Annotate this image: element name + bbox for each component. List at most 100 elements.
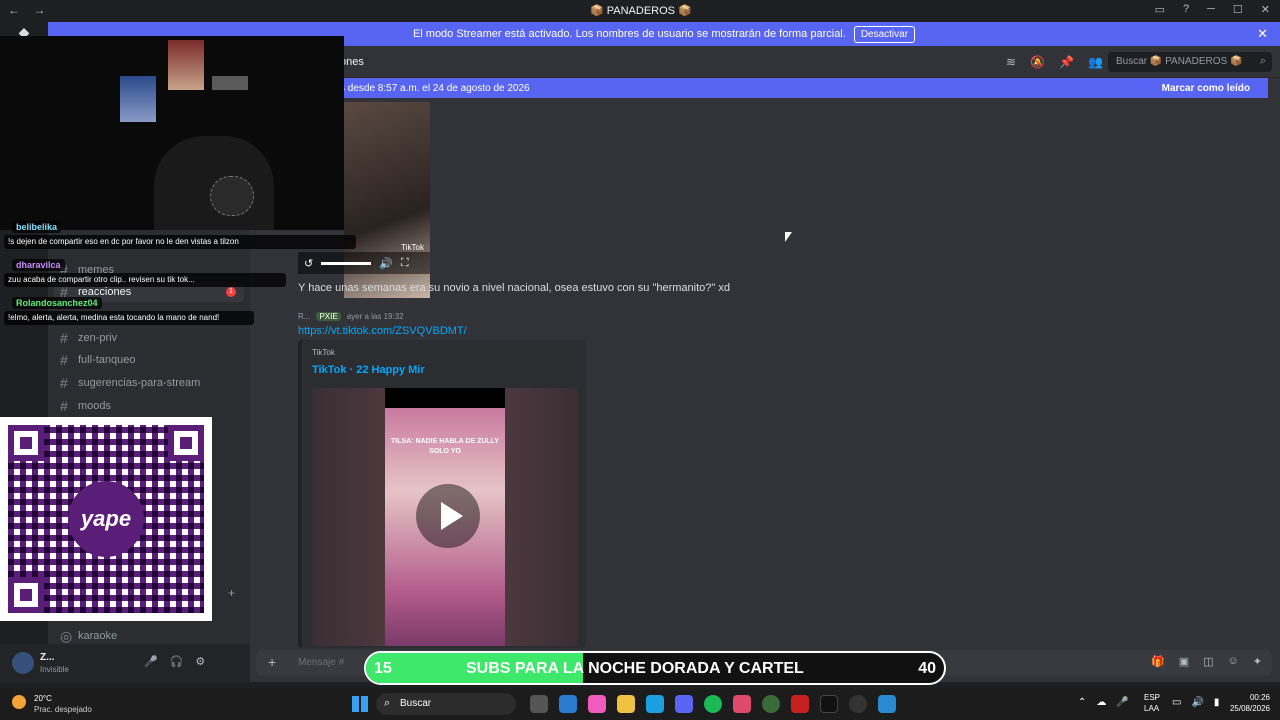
settings-gear-icon[interactable]: ⚙	[195, 655, 205, 668]
back-button[interactable]: ←	[8, 3, 20, 17]
taskbar-apps	[530, 695, 896, 713]
threads-icon[interactable]: ≋	[1006, 55, 1016, 69]
server-tag: PXIE	[316, 312, 341, 321]
volume-icon[interactable]: 🔊	[379, 257, 393, 270]
yape-logo: yape	[68, 481, 144, 557]
battery-icon[interactable]: ▮	[1214, 697, 1220, 708]
user-controls: 🎤 🎧 ⚙	[144, 655, 205, 668]
embed-title[interactable]: TikTok · 22 Happy Mir	[312, 364, 425, 376]
app-red-icon[interactable]	[791, 695, 809, 713]
attach-plus-icon[interactable]: +	[268, 654, 276, 670]
chat-user: belibelika	[12, 221, 62, 233]
sidebar-item-full-tanqueo[interactable]: # full-tanqueo	[60, 350, 136, 370]
banner-text: El modo Streamer está activado. Los nomb…	[412, 28, 846, 40]
taskbar-search-label: Buscar	[400, 698, 432, 709]
sidebar-item-zen-priv[interactable]: # zen-priv	[60, 328, 117, 348]
maximize-button[interactable]: ☐	[1233, 3, 1243, 16]
apps-icon[interactable]: ✦	[1253, 655, 1262, 668]
taskbar-search[interactable]: ⌕ Buscar	[376, 693, 516, 715]
gif-icon[interactable]: ▣	[1179, 655, 1189, 668]
language-code: ESP	[1144, 693, 1161, 702]
sidebar-item-karaoke[interactable]: ◎ karaoke	[60, 626, 117, 646]
microphone-icon[interactable]: 🎤	[144, 655, 158, 668]
window-title: 📦 PANADEROS 📦	[590, 5, 692, 17]
chat-message: !elmo, alerta, alerta, medina esta tocan…	[4, 311, 254, 325]
new-messages-text: s desde 8:57 a.m. el 24 de agosto de 202…	[340, 83, 530, 94]
chat-message: zuu acaba de compartir otro clip.. revis…	[4, 273, 286, 287]
spotify-icon[interactable]	[704, 695, 722, 713]
message-author[interactable]: R...	[298, 312, 310, 321]
hash-icon: #	[60, 375, 68, 391]
sticker-icon[interactable]: ◫	[1203, 655, 1213, 668]
search-icon: ⌕	[384, 697, 391, 709]
poster-blue	[120, 76, 156, 122]
add-channel-icon[interactable]: +	[228, 586, 235, 600]
forward-button[interactable]: →	[33, 3, 45, 17]
edge-icon[interactable]	[646, 695, 664, 713]
tiktok-watermark: TikTok	[401, 243, 424, 252]
qr-finder-bottom-left	[8, 577, 44, 613]
tiktok-icon[interactable]	[820, 695, 838, 713]
subs-label: SUBS PARA LA NOCHE DORADA Y CARTEL	[466, 660, 804, 677]
fullscreen-icon[interactable]: ⛶	[401, 257, 409, 270]
chat-area: ones ≋ 🔕 📌 👥 Buscar 📦 PANADEROS 📦 ⌕ s de…	[250, 46, 1280, 682]
tiktok-link[interactable]: https://vt.tiktok.com/ZSVQVBDMT/	[298, 325, 467, 337]
inbox-icon[interactable]: ▭	[1155, 3, 1165, 16]
taskbar-clock[interactable]: 00:26 25/08/2026	[1226, 692, 1270, 714]
mark-read-button[interactable]: Marcar como leído	[1162, 83, 1250, 94]
avatar[interactable]	[12, 652, 34, 674]
new-messages-bar[interactable]: s desde 8:57 a.m. el 24 de agosto de 202…	[280, 78, 1268, 98]
language-indicator[interactable]: ESP LAA	[1144, 692, 1160, 714]
chat-message: !s dejen de compartir eso en dc por favo…	[4, 235, 356, 249]
chevron-up-icon[interactable]: ⌃	[1078, 697, 1086, 708]
copilot-icon[interactable]	[588, 695, 606, 713]
chat-user: Rolandosanchez04	[12, 297, 102, 309]
discord-icon[interactable]	[675, 695, 693, 713]
emoji-icon[interactable]: ☺	[1228, 655, 1239, 668]
search-placeholder: Buscar 📦 PANADEROS 📦	[1116, 56, 1243, 67]
mute-icon[interactable]: 🔕	[1030, 55, 1045, 69]
banner-close-icon[interactable]: ✕	[1257, 26, 1268, 42]
app-blue-icon[interactable]	[878, 695, 896, 713]
weather-sun-icon	[12, 695, 26, 709]
replay-icon[interactable]: ↺	[304, 257, 313, 270]
help-icon[interactable]: ?	[1183, 3, 1189, 16]
close-button[interactable]: ✕	[1261, 3, 1270, 16]
subs-target: 40	[918, 660, 936, 677]
disable-streamer-button[interactable]: Desactivar	[853, 25, 916, 43]
windows-start-icon[interactable]	[352, 696, 368, 712]
search-input[interactable]: Buscar 📦 PANADEROS 📦 ⌕	[1108, 52, 1272, 72]
sidebar-item-sugerencias[interactable]: # sugerencias-para-stream	[60, 373, 200, 393]
embed-provider: TikTok	[312, 348, 335, 357]
volume-slider[interactable]	[321, 261, 372, 265]
file-explorer-icon[interactable]	[617, 695, 635, 713]
cloud-icon[interactable]: ☁	[1096, 697, 1106, 708]
weather-temp: 20°C	[34, 694, 52, 703]
members-icon[interactable]: 👥	[1088, 55, 1103, 69]
monitor-icon[interactable]: ▭	[1172, 697, 1181, 708]
history-nav: ← →	[8, 3, 45, 17]
subs-goal-bar: 15 SUBS PARA LA NOCHE DORADA Y CARTEL 40	[364, 651, 946, 685]
app-icon[interactable]	[733, 695, 751, 713]
embed-video[interactable]: TILSA: NADIE HABLA DE ZULLY SOLO YO	[312, 388, 578, 646]
sidebar-item-moods[interactable]: # moods	[60, 396, 111, 416]
minimize-button[interactable]: ─	[1207, 3, 1215, 16]
pin-icon[interactable]: 📌	[1059, 55, 1074, 69]
headphones-icon[interactable]: 🎧	[170, 655, 184, 668]
sidebar-item-label: sugerencias-para-stream	[78, 377, 201, 389]
skull-mask	[210, 176, 254, 216]
task-view-icon[interactable]	[530, 695, 548, 713]
yape-qr-code: yape	[0, 417, 212, 621]
voice-channel-icon: ◎	[60, 627, 73, 644]
volume-icon[interactable]: 🔊	[1191, 697, 1203, 708]
play-icon[interactable]	[416, 484, 480, 548]
obs-icon[interactable]	[849, 695, 867, 713]
clock-time: 00:26	[1249, 693, 1270, 702]
gift-icon[interactable]: 🎁	[1151, 655, 1165, 668]
microphone-icon[interactable]: 🎤	[1116, 697, 1128, 708]
windows-taskbar: 20°C Prac. despejado ⌕ Buscar ⌃ ☁ 🎤 ESP …	[0, 688, 1280, 720]
unread-badge: 1	[226, 287, 236, 297]
sidebar-item-label: zen-priv	[78, 332, 118, 344]
xbox-icon[interactable]	[762, 695, 780, 713]
notepad-icon[interactable]	[559, 695, 577, 713]
